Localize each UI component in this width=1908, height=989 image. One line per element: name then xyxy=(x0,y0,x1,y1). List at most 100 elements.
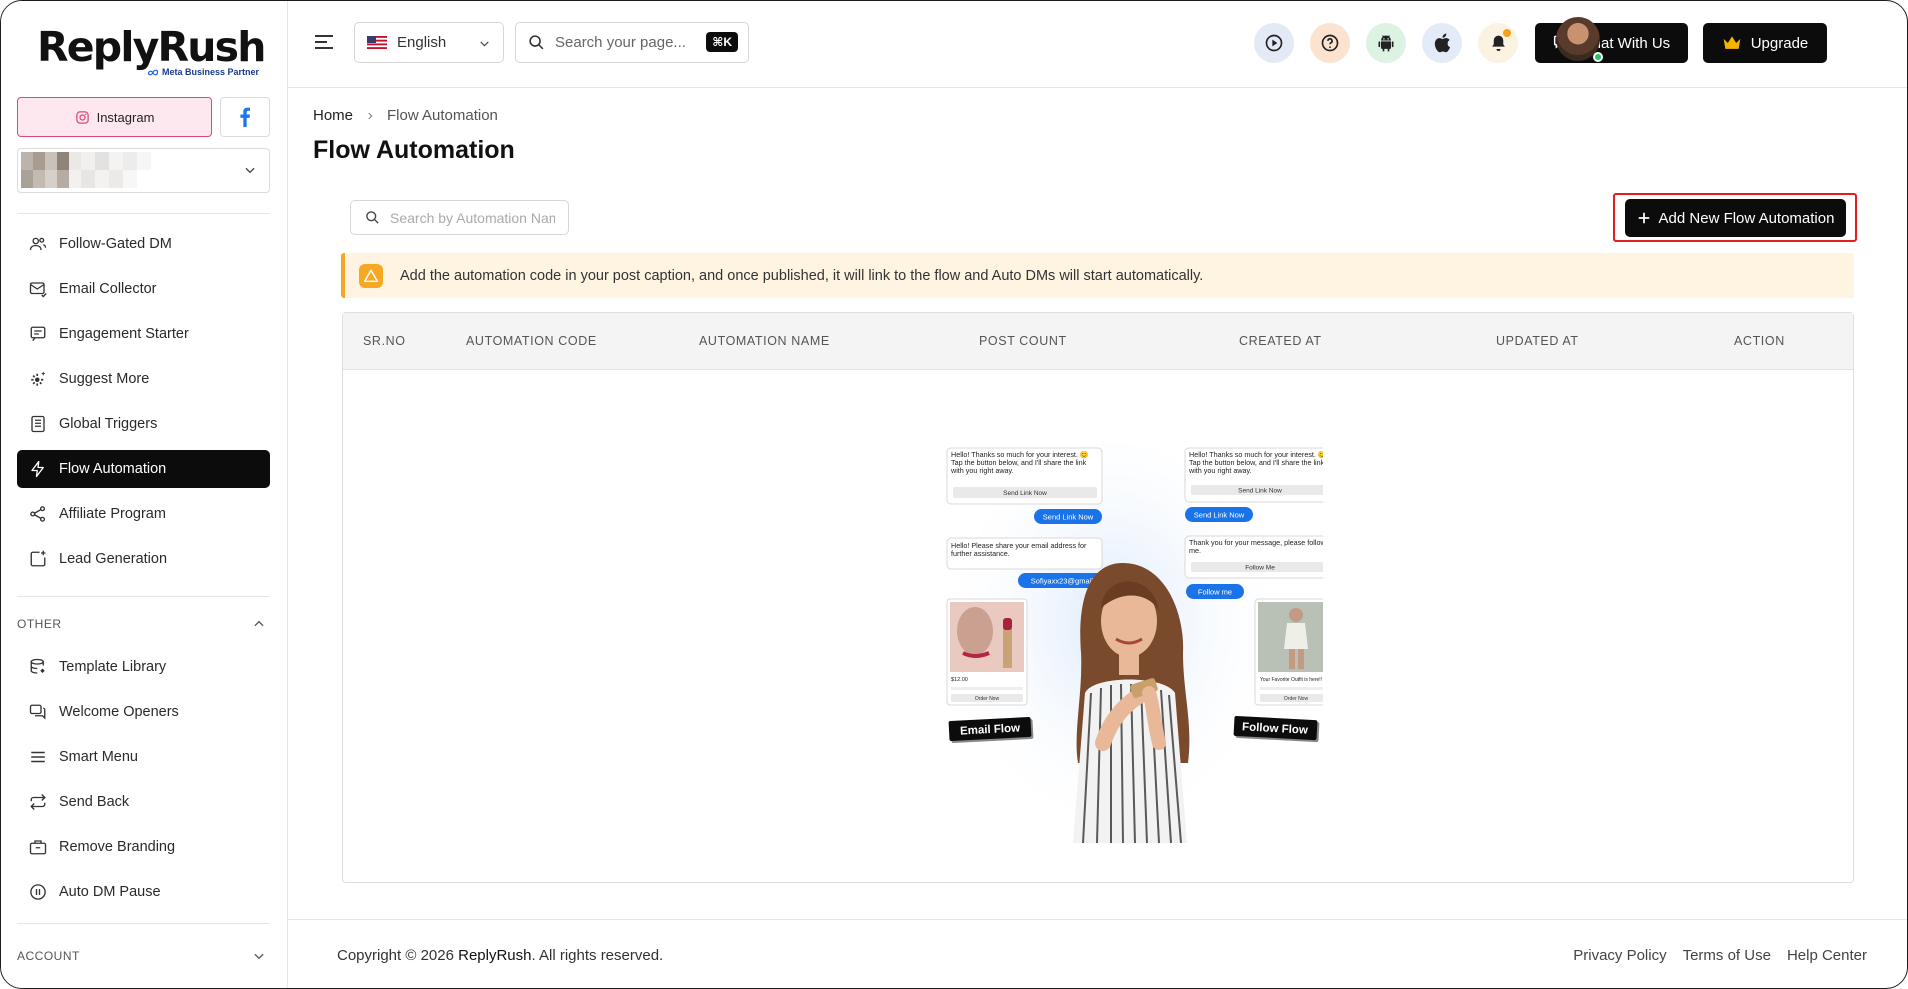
brand-logo[interactable]: ReplyRush Meta Business Partner xyxy=(37,23,266,77)
section-account-toggle[interactable]: ACCOUNT xyxy=(17,946,270,966)
sidebar-item-email-collector[interactable]: Email Collector xyxy=(17,270,270,308)
bubble-text: Hello! Please share your email address f… xyxy=(951,542,1087,559)
android-app-button[interactable] xyxy=(1366,23,1406,63)
instagram-tab[interactable]: Instagram xyxy=(17,97,212,137)
sidebar-item-label: Email Collector xyxy=(59,281,157,297)
sidebar: ReplyRush Meta Business Partner Instagra… xyxy=(1,1,288,988)
sidebar-item-remove-branding[interactable]: Remove Branding xyxy=(17,828,270,866)
column-header-automation-name: AUTOMATION NAME xyxy=(699,334,830,348)
sidebar-item-flow-automation[interactable]: Flow Automation xyxy=(17,450,270,488)
sidebar-item-affiliate-program[interactable]: Affiliate Program xyxy=(17,495,270,533)
question-circle-icon xyxy=(1321,34,1339,52)
briefcase-icon xyxy=(29,840,47,855)
column-header-created-at: CREATED AT xyxy=(1239,334,1322,348)
add-square-icon xyxy=(30,550,46,567)
sidebar-item-welcome-openers[interactable]: Welcome Openers xyxy=(17,693,270,731)
sidebar-item-template-library[interactable]: Template Library xyxy=(17,648,270,686)
crown-icon xyxy=(1723,36,1741,49)
plus-icon xyxy=(1638,212,1649,224)
menu-icon xyxy=(31,751,45,763)
sidebar-item-label: Flow Automation xyxy=(59,461,167,477)
follow-flow-label: Follow Flow xyxy=(1233,715,1320,743)
ios-app-button[interactable] xyxy=(1422,23,1462,63)
us-flag-icon xyxy=(367,36,387,49)
language-label: English xyxy=(397,34,447,51)
sidebar-item-global-triggers[interactable]: Global Triggers xyxy=(17,405,270,443)
sidebar-item-label: Welcome Openers xyxy=(59,704,179,720)
notifications-button[interactable] xyxy=(1478,23,1518,63)
lightning-icon xyxy=(31,460,44,478)
chat-bubble-left-top: Hello! Thanks so much for your interest.… xyxy=(946,447,1103,505)
add-new-flow-automation-button[interactable]: Add New Flow Automation xyxy=(1625,199,1846,237)
sidebar-divider xyxy=(17,213,270,214)
upgrade-button[interactable]: Upgrade xyxy=(1703,23,1827,63)
sidebar-item-smart-menu[interactable]: Smart Menu xyxy=(17,738,270,776)
top-bar: English Search your page... ⌘K Chat With… xyxy=(288,1,1907,88)
bubble-text: Thank you for your message, please follo… xyxy=(1189,539,1323,556)
card-price: $12.00 xyxy=(951,677,968,683)
terms-of-use-link[interactable]: Terms of Use xyxy=(1683,947,1771,964)
shortcut-badge: ⌘K xyxy=(706,32,738,52)
sidebar-item-label: Send Back xyxy=(59,794,130,810)
chat-bubble-right-mid: Thank you for your message, please follo… xyxy=(1184,535,1323,579)
privacy-policy-link[interactable]: Privacy Policy xyxy=(1573,947,1666,964)
sidebar-item-label: Template Library xyxy=(59,659,167,675)
page-title: Flow Automation xyxy=(313,136,515,164)
video-tutorial-button[interactable] xyxy=(1254,23,1294,63)
chevron-up-icon xyxy=(254,620,264,627)
hamburger-menu-icon[interactable] xyxy=(314,34,334,50)
instagram-icon xyxy=(75,110,89,124)
document-icon xyxy=(31,415,45,433)
global-search-input[interactable]: Search your page... ⌘K xyxy=(515,22,749,63)
help-center-link[interactable]: Help Center xyxy=(1787,947,1867,964)
sidebar-item-label: Auto DM Pause xyxy=(59,884,161,900)
brand-name: ReplyRush xyxy=(37,23,266,71)
footer-links: Privacy Policy Terms of Use Help Center xyxy=(1573,947,1867,964)
sidebar-item-follow-gated-dm[interactable]: Follow-Gated DM xyxy=(17,225,270,263)
reply-pill: Send Link Now xyxy=(1043,513,1094,522)
database-icon xyxy=(30,658,45,674)
sidebar-item-suggest-more[interactable]: Suggest More xyxy=(17,360,270,398)
column-header-updated-at: UPDATED AT xyxy=(1496,334,1579,348)
bubble-button: Send Link Now xyxy=(1238,488,1282,495)
breadcrumb-current: Flow Automation xyxy=(387,107,498,124)
notification-dot xyxy=(1503,29,1511,37)
sidebar-item-auto-dm-pause[interactable]: Auto DM Pause xyxy=(17,873,270,911)
sidebar-item-label: Follow-Gated DM xyxy=(59,236,172,252)
sidebar-item-label: Engagement Starter xyxy=(59,326,189,342)
account-selector[interactable] xyxy=(17,148,270,193)
automation-search-input[interactable] xyxy=(390,209,555,226)
card-button: Order Now xyxy=(1284,696,1309,702)
warning-icon xyxy=(359,263,383,288)
sidebar-other-nav: Template Library Welcome Openers Smart M… xyxy=(17,648,270,918)
apple-icon xyxy=(1434,33,1451,53)
sidebar-item-send-back[interactable]: Send Back xyxy=(17,783,270,821)
copyright-brand: ReplyRush xyxy=(458,947,532,964)
table-header: SR.NO AUTOMATION CODE AUTOMATION NAME PO… xyxy=(343,313,1853,370)
product-card-outfit: Your Favorite Outfit is here!! Order Now xyxy=(1254,598,1323,706)
breadcrumb-home[interactable]: Home xyxy=(313,107,353,124)
meta-partner-badge: Meta Business Partner xyxy=(147,67,259,77)
column-header-sr-no: SR.NO xyxy=(363,334,406,348)
woman-with-phone-illustration xyxy=(1073,563,1190,843)
search-icon xyxy=(366,211,379,224)
sidebar-item-label: Suggest More xyxy=(59,371,150,387)
sidebar-item-label: Smart Menu xyxy=(59,749,138,765)
column-header-post-count: POST COUNT xyxy=(979,334,1067,348)
card-title: Your Favorite Outfit is here!! xyxy=(1260,677,1322,683)
play-circle-icon xyxy=(1265,34,1283,52)
sidebar-item-lead-generation[interactable]: Lead Generation xyxy=(17,540,270,578)
sidebar-divider xyxy=(17,596,270,597)
automation-search-field[interactable] xyxy=(350,200,569,235)
card-button: Order Now xyxy=(975,696,1000,702)
help-button[interactable] xyxy=(1310,23,1350,63)
chat-bubbles-icon xyxy=(29,704,46,720)
breadcrumb: Home Flow Automation xyxy=(313,107,498,124)
language-selector[interactable]: English xyxy=(354,22,504,63)
section-other-toggle[interactable]: OTHER xyxy=(17,614,270,634)
sidebar-item-engagement-starter[interactable]: Engagement Starter xyxy=(17,315,270,353)
facebook-tab[interactable] xyxy=(220,97,270,137)
info-alert: Add the automation code in your post cap… xyxy=(341,253,1854,298)
message-list-icon xyxy=(30,326,46,342)
share-network-icon xyxy=(30,506,46,522)
